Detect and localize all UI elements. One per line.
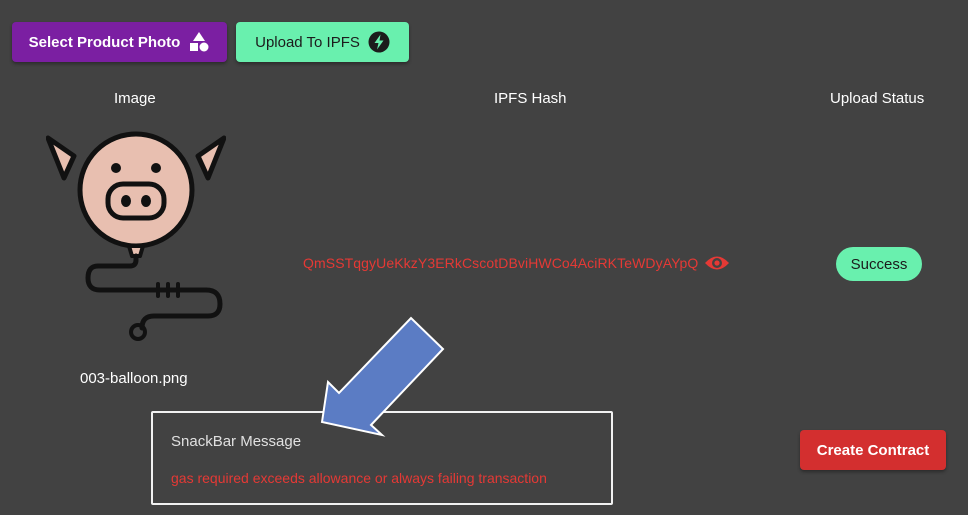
snackbar-message: gas required exceeds allowance or always… bbox=[171, 470, 547, 486]
column-header-upload-status: Upload Status bbox=[830, 90, 925, 107]
upload-status-badge: Success bbox=[836, 247, 922, 281]
create-contract-label: Create Contract bbox=[816, 441, 930, 459]
shapes-icon bbox=[190, 32, 209, 52]
select-product-photo-button[interactable]: Select Product Photo bbox=[12, 22, 227, 62]
create-contract-button[interactable]: Create Contract bbox=[800, 430, 946, 470]
upload-to-ipfs-button[interactable]: Upload To IPFS bbox=[236, 22, 409, 62]
select-product-photo-label: Select Product Photo bbox=[28, 33, 181, 51]
upload-to-ipfs-label: Upload To IPFS bbox=[255, 33, 360, 51]
eye-icon[interactable] bbox=[704, 254, 730, 272]
snackbar: SnackBar Message gas required exceeds al… bbox=[151, 411, 613, 505]
snackbar-title: SnackBar Message bbox=[171, 433, 302, 450]
ipfs-hash-cell: QmSSTqgyUeKkzY3ERkCscotDBviHWCo4AciRKTeW… bbox=[303, 254, 730, 272]
image-filename: 003-balloon.png bbox=[80, 370, 188, 387]
bolt-icon bbox=[368, 31, 390, 53]
column-header-image: Image bbox=[114, 90, 156, 107]
pig-balloon-icon bbox=[46, 131, 226, 341]
column-header-ipfs-hash: IPFS Hash bbox=[494, 90, 567, 107]
ipfs-hash-link[interactable]: QmSSTqgyUeKkzY3ERkCscotDBviHWCo4AciRKTeW… bbox=[303, 255, 698, 271]
